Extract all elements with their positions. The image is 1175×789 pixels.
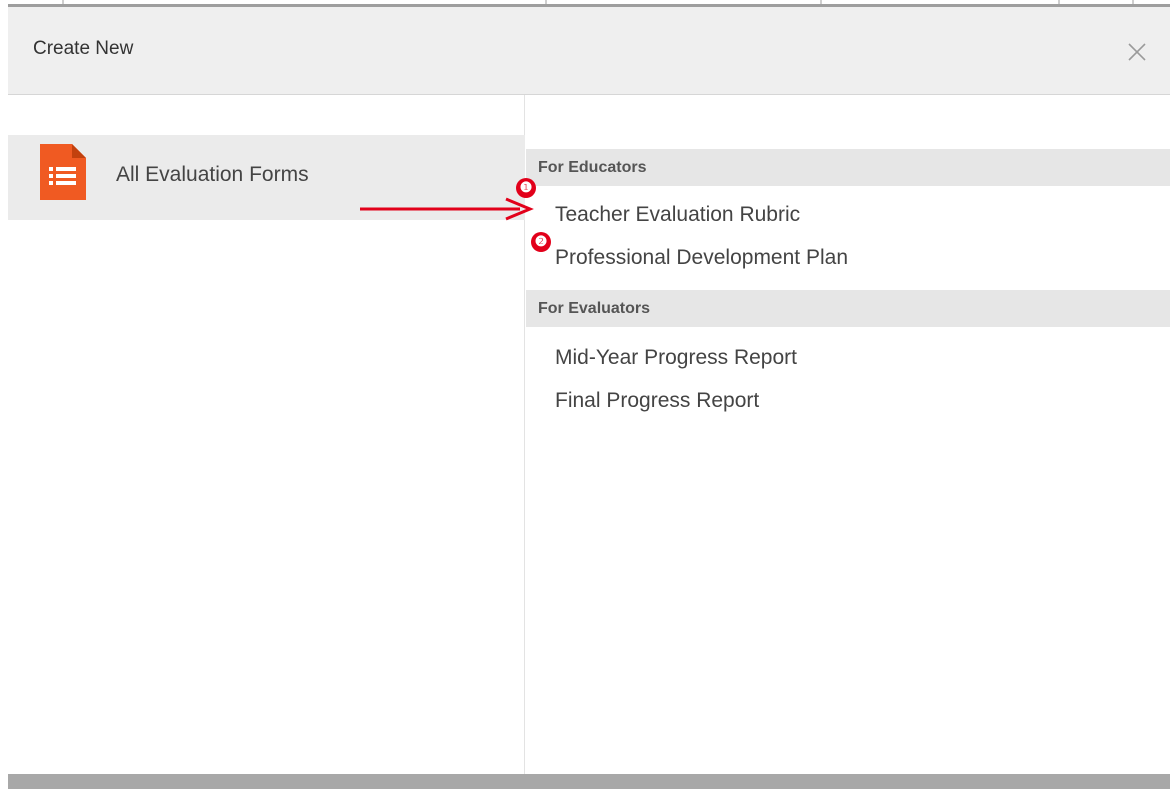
section-header-for-evaluators: For Evaluators	[526, 290, 1170, 327]
annotation-badge-2: ❷	[531, 232, 551, 252]
category-label: All Evaluation Forms	[116, 163, 309, 186]
form-item-mid-year-progress-report[interactable]: Mid-Year Progress Report	[555, 346, 797, 370]
form-item-professional-development-plan[interactable]: Professional Development Plan	[555, 246, 848, 270]
create-new-dialog: Create New All Evaluation Forms For Educ…	[8, 4, 1170, 789]
dialog-title: Create New	[33, 38, 134, 59]
section-title: For Evaluators	[538, 300, 651, 317]
form-item-final-progress-report[interactable]: Final Progress Report	[555, 389, 759, 413]
dialog-footer-bar	[8, 774, 1170, 789]
red-arrow-icon	[360, 196, 540, 222]
form-item-teacher-evaluation-rubric[interactable]: Teacher Evaluation Rubric	[555, 203, 800, 227]
close-icon[interactable]	[1126, 41, 1148, 63]
section-header-for-educators: For Educators	[526, 149, 1170, 186]
dialog-header: Create New	[8, 7, 1170, 95]
form-list: For Educators Teacher Evaluation Rubric …	[525, 95, 1170, 774]
section-title: For Educators	[538, 159, 647, 176]
form-document-icon	[38, 142, 88, 202]
annotation-badge-1: ❶	[516, 178, 536, 198]
